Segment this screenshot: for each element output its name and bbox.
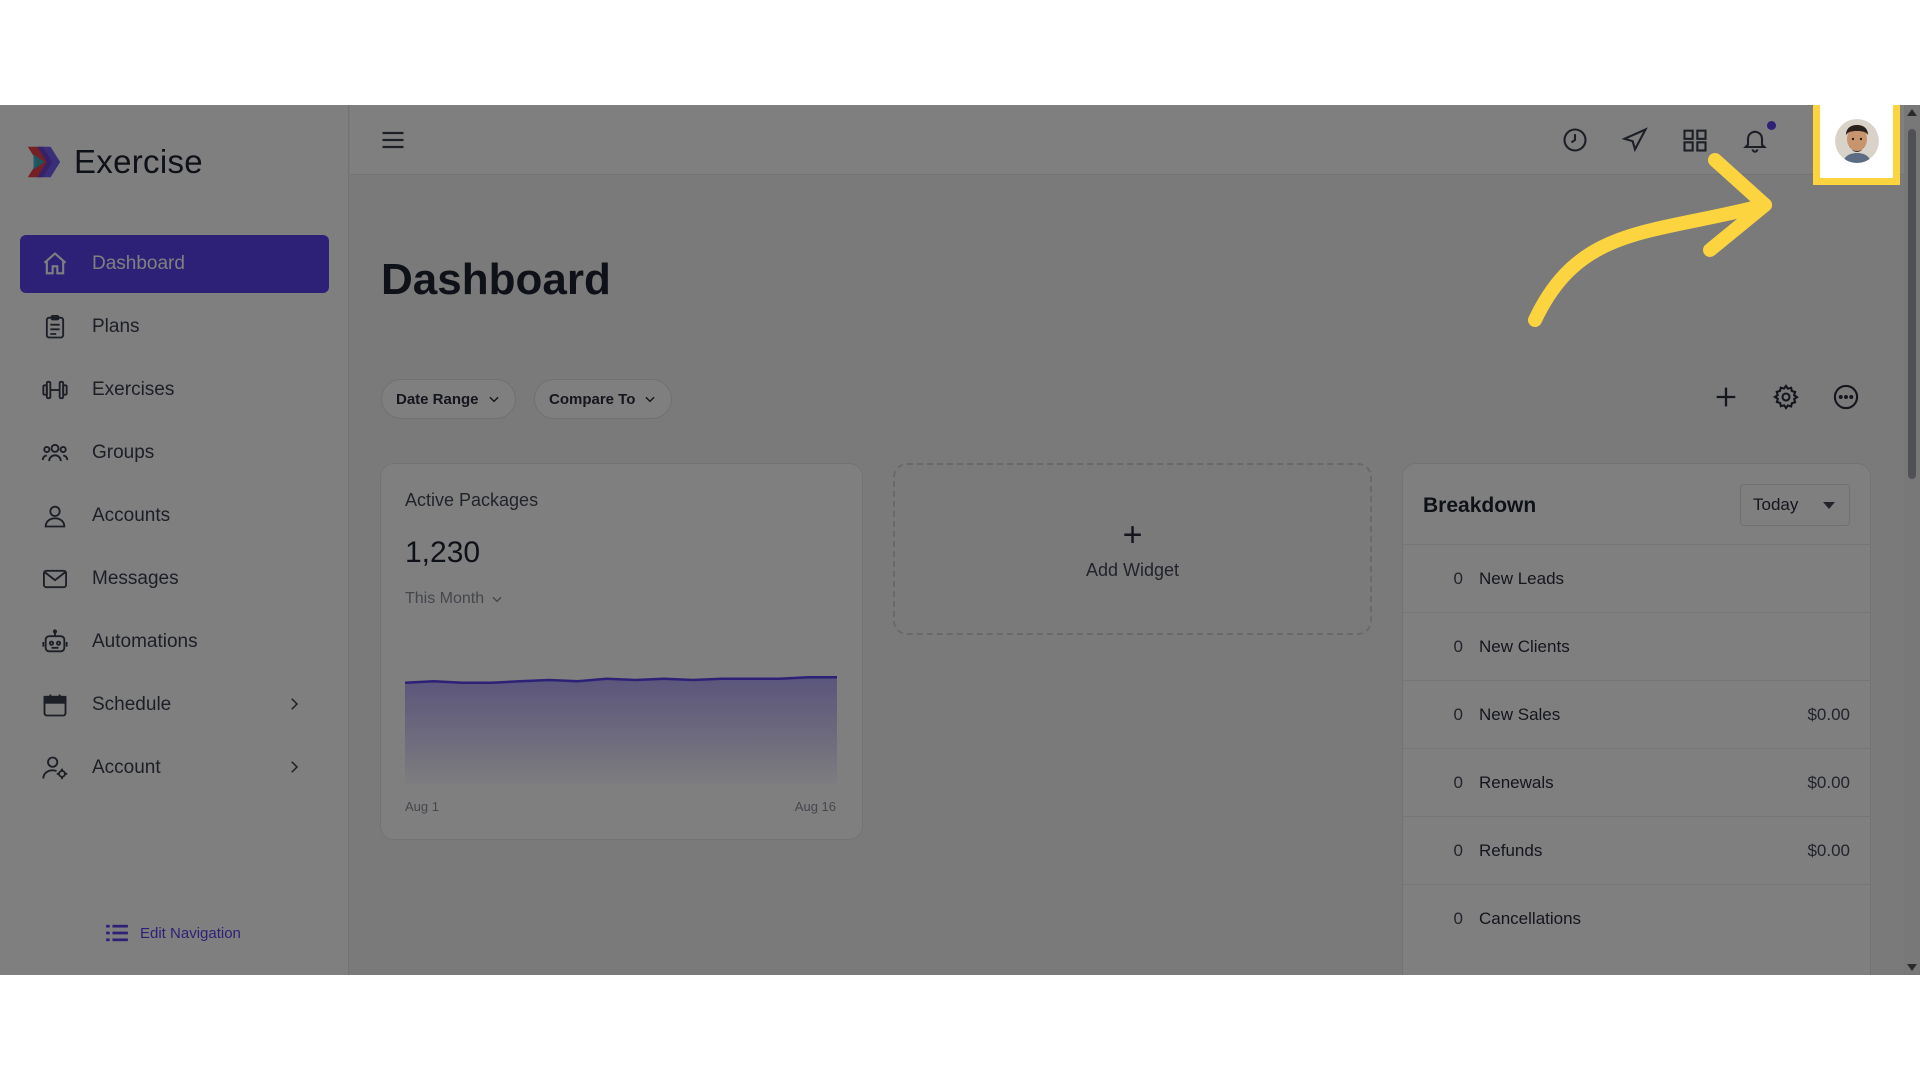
active-packages-chart [405, 676, 837, 784]
breakdown-row[interactable]: 0 Cancellations [1403, 884, 1870, 952]
top-bar [350, 105, 1920, 175]
breakdown-card: Breakdown Today 0 New Leads 0 New Clients 0 N… [1402, 463, 1871, 975]
active-packages-card: Active Packages 1,230 This Month Aug 1 A… [380, 463, 863, 840]
sidebar-item-plans[interactable]: Plans [20, 298, 329, 356]
plus-icon[interactable] [1709, 380, 1743, 414]
more-icon[interactable] [1829, 380, 1863, 414]
sidebar-item-exercises[interactable]: Exercises [20, 361, 329, 419]
sidebar-item-label: Exercises [92, 379, 175, 400]
sidebar-item-messages[interactable]: Messages [20, 550, 329, 608]
mail-icon [40, 564, 70, 594]
edit-navigation-label: Edit Navigation [140, 924, 241, 942]
date-range-filter[interactable]: Date Range [381, 379, 516, 419]
robot-icon [40, 627, 70, 657]
breakdown-row[interactable]: 0 Refunds $0.00 [1403, 816, 1870, 884]
sidebar-item-label: Groups [92, 442, 155, 463]
sidebar-item-label: Messages [92, 568, 179, 589]
breakdown-label: New Clients [1479, 636, 1570, 656]
compare-to-filter[interactable]: Compare To [534, 379, 673, 419]
breakdown-row[interactable]: 0 New Clients [1403, 612, 1870, 680]
grid-icon[interactable] [1678, 123, 1712, 157]
period-label: This Month [405, 590, 485, 607]
breakdown-row[interactable]: 0 New Leads [1403, 544, 1870, 612]
send-icon[interactable] [1618, 123, 1652, 157]
logo-icon [27, 146, 61, 178]
brand[interactable]: Exercise [24, 143, 203, 181]
breakdown-period-value: Today [1753, 495, 1799, 514]
scroll-down-icon[interactable] [1907, 964, 1917, 971]
users-icon [40, 438, 70, 468]
chevron-down-icon [645, 396, 655, 403]
sidebar-item-label: Account [92, 757, 161, 778]
home-icon [40, 249, 70, 279]
user-icon [40, 501, 70, 531]
history-icon[interactable] [1558, 123, 1592, 157]
active-packages-value: 1,230 [405, 536, 481, 569]
user-gear-icon [40, 753, 70, 783]
bell-icon[interactable] [1738, 121, 1776, 157]
menu-icon[interactable] [376, 123, 410, 157]
scrollbar[interactable] [1904, 105, 1920, 975]
breakdown-label: New Sales [1479, 704, 1561, 724]
chevron-right-icon [291, 698, 299, 710]
sidebar-item-dashboard[interactable]: Dashboard [20, 235, 329, 293]
breakdown-amount: $0.00 [1807, 840, 1850, 860]
breakdown-count: 0 [1453, 568, 1463, 588]
sidebar-item-label: Dashboard [92, 253, 185, 274]
add-widget-button[interactable]: + Add Widget [893, 463, 1372, 635]
sidebar-item-label: Plans [92, 316, 140, 337]
breakdown-period-select[interactable]: Today [1740, 484, 1850, 526]
active-packages-title: Active Packages [405, 490, 539, 510]
breakdown-row[interactable]: 0 Renewals $0.00 [1403, 748, 1870, 816]
breakdown-label: Refunds [1479, 840, 1543, 860]
sidebar-item-label: Schedule [92, 694, 172, 715]
chevron-right-icon [291, 761, 299, 773]
x-axis-start: Aug 1 [405, 799, 439, 814]
breakdown-count: 0 [1453, 636, 1463, 656]
sidebar-item-account[interactable]: Account [20, 739, 329, 797]
brand-name: Exercise [74, 143, 203, 180]
edit-navigation-link[interactable]: Edit Navigation [106, 923, 241, 943]
x-axis-end: Aug 16 [794, 799, 836, 814]
breakdown-count: 0 [1453, 840, 1463, 860]
breakdown-label: Cancellations [1479, 908, 1582, 928]
sidebar-item-accounts[interactable]: Accounts [20, 487, 329, 545]
breakdown-amount: $0.00 [1807, 704, 1850, 724]
scroll-thumb[interactable] [1908, 129, 1916, 479]
add-widget-label: Add Widget [1085, 559, 1180, 580]
clipboard-icon [40, 312, 70, 342]
breakdown-row[interactable]: 0 New Sales $0.00 [1403, 680, 1870, 748]
gear-icon[interactable] [1769, 380, 1803, 414]
plus-icon: + [1122, 515, 1143, 554]
breakdown-count: 0 [1453, 704, 1463, 724]
breakdown-label: New Leads [1479, 568, 1565, 588]
sidebar-item-groups[interactable]: Groups [20, 424, 329, 482]
breakdown-title: Breakdown [1423, 494, 1537, 517]
sidebar-item-schedule[interactable]: Schedule [20, 676, 329, 734]
page-title: Dashboard [381, 255, 611, 304]
chart-area [405, 677, 837, 784]
breakdown-count: 0 [1453, 772, 1463, 792]
period-dropdown[interactable]: This Month [405, 590, 504, 608]
list-icon [106, 924, 128, 942]
sidebar-item-automations[interactable]: Automations [20, 613, 329, 671]
date-range-label: Date Range [396, 390, 479, 408]
sidebar: Exercise Dashboard Plans Exercises Group… [0, 105, 349, 975]
avatar [1834, 118, 1879, 163]
sidebar-item-label: Automations [92, 631, 198, 652]
caret-down-icon [1823, 502, 1835, 509]
profile-highlight[interactable] [1813, 105, 1900, 185]
sidebar-item-label: Accounts [92, 505, 171, 526]
scroll-up-icon[interactable] [1907, 109, 1917, 116]
breakdown-label: Renewals [1479, 772, 1554, 792]
breakdown-amount: $0.00 [1807, 772, 1850, 792]
dumbbell-icon [40, 375, 70, 405]
calendar-icon [40, 690, 70, 720]
breakdown-count: 0 [1453, 908, 1463, 928]
chevron-down-icon [492, 596, 502, 603]
app-window: Exercise Dashboard Plans Exercises Group… [0, 105, 1920, 975]
notification-dot [1767, 121, 1776, 130]
chevron-down-icon [488, 396, 499, 403]
compare-to-label: Compare To [549, 390, 636, 408]
